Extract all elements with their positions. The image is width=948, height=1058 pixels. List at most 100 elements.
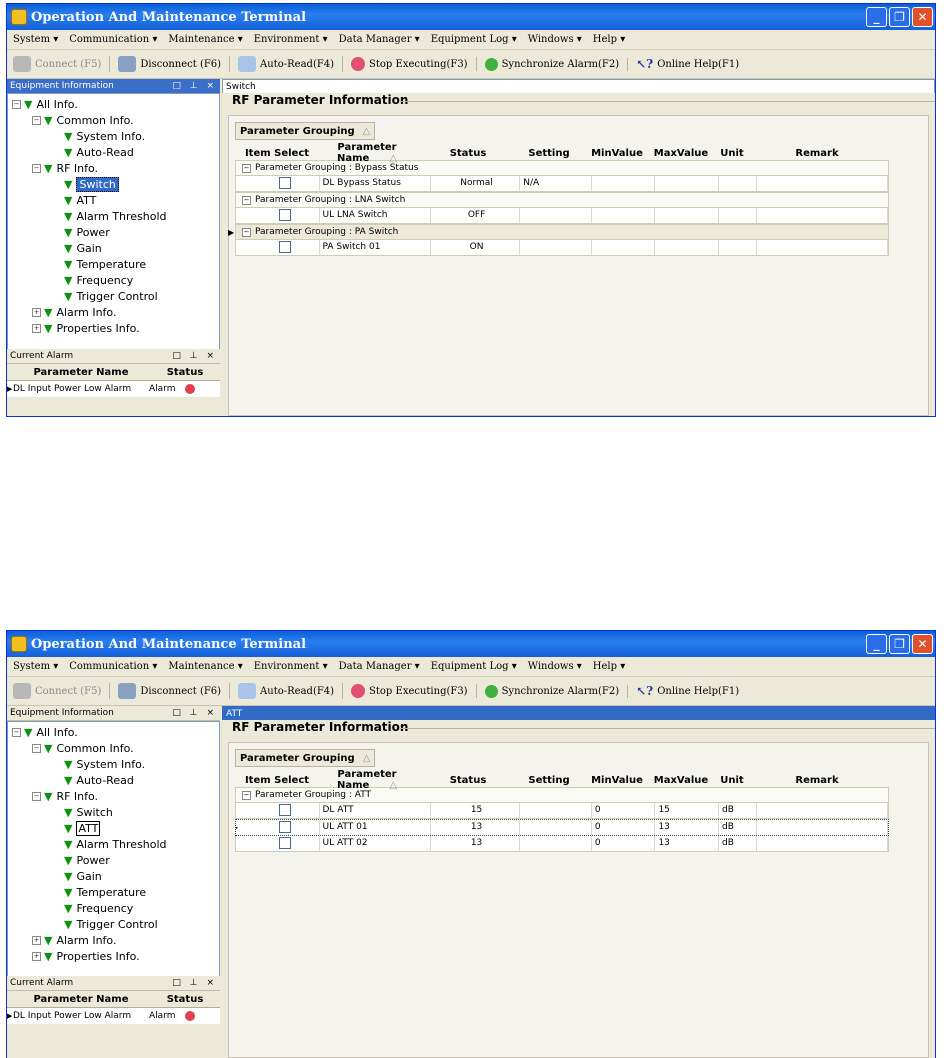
table-row[interactable]: PA Switch 01 ON: [235, 240, 889, 256]
tree-node-alarm-threshold[interactable]: ▼ Alarm Threshold: [64, 836, 167, 852]
table-row[interactable]: UL ATT 02 13 0 13 dB: [235, 836, 889, 852]
tree-node-switch[interactable]: ▼ Switch: [64, 176, 119, 192]
group-row-bypass[interactable]: − Parameter Grouping : Bypass Status: [235, 160, 889, 176]
disconnect-button[interactable]: Disconnect (F6): [118, 56, 231, 72]
tree-node-alarm-info[interactable]: + ▼ Alarm Info.: [32, 932, 116, 948]
tree-node-alarm-threshold[interactable]: ▼ Alarm Threshold: [64, 208, 167, 224]
tree-node-auto-read[interactable]: ▼ Auto-Read: [64, 144, 134, 160]
connect-button[interactable]: Connect (F5): [13, 683, 111, 699]
minimize-button[interactable]: _: [866, 7, 887, 27]
pane-controls[interactable]: □ ⊥ ×: [172, 708, 217, 718]
tree-node-system[interactable]: ▼ System Info.: [64, 756, 145, 772]
col-parameter-name[interactable]: Parameter Name △: [311, 142, 423, 164]
tree-node-temperature[interactable]: ▼ Temperature: [64, 884, 146, 900]
col-max-value[interactable]: MaxValue: [649, 775, 713, 786]
synchronize-alarm-button[interactable]: Synchronize Alarm(F2): [484, 57, 629, 71]
maximize-button[interactable]: ❐: [889, 7, 910, 27]
expand-icon[interactable]: +: [32, 951, 41, 961]
table-row[interactable]: DL Bypass Status Normal N/A: [235, 176, 889, 192]
tree-node-gain[interactable]: ▼ Gain: [64, 868, 102, 884]
alarm-row[interactable]: ▶ DL Input Power Low Alarm Alarm: [7, 381, 220, 397]
row-checkbox[interactable]: [279, 836, 292, 849]
stop-executing-button[interactable]: Stop Executing(F3): [351, 57, 477, 71]
menu-system[interactable]: System ▾: [13, 661, 58, 672]
collapse-icon[interactable]: −: [12, 727, 21, 737]
tree-node-att[interactable]: ▼ ATT: [64, 820, 101, 836]
auto-read-button[interactable]: Auto-Read(F4): [238, 56, 344, 72]
table-row[interactable]: ▶ UL ATT 01 13 0 13 dB: [235, 819, 889, 836]
menu-maintenance[interactable]: Maintenance ▾: [168, 661, 242, 672]
menu-equipment-log[interactable]: Equipment Log ▾: [431, 34, 517, 45]
tree-node-rf[interactable]: − ▼ RF Info.: [32, 788, 98, 804]
tree-node-alarm-info[interactable]: + ▼ Alarm Info.: [32, 304, 116, 320]
col-status[interactable]: Status: [423, 775, 513, 786]
connect-button[interactable]: Connect (F5): [13, 56, 111, 72]
tree-node-all[interactable]: − ▼ All Info.: [12, 724, 78, 740]
tree-node-common[interactable]: − ▼ Common Info.: [32, 740, 134, 756]
menu-communication[interactable]: Communication ▾: [69, 661, 157, 672]
parameter-grouping-button[interactable]: Parameter Grouping △: [235, 749, 376, 767]
row-checkbox[interactable]: [279, 820, 292, 833]
col-setting[interactable]: Setting: [513, 148, 585, 159]
tree-node-system[interactable]: ▼ System Info.: [64, 128, 145, 144]
collapse-icon[interactable]: −: [242, 195, 251, 205]
col-remark[interactable]: Remark: [751, 775, 883, 786]
menu-system[interactable]: System ▾: [13, 34, 58, 45]
tree-node-frequency[interactable]: ▼ Frequency: [64, 900, 133, 916]
disconnect-button[interactable]: Disconnect (F6): [118, 683, 231, 699]
tree-node-power[interactable]: ▼ Power: [64, 224, 110, 240]
menu-windows[interactable]: Windows ▾: [528, 661, 582, 672]
cell-setting[interactable]: N/A: [520, 176, 592, 191]
menu-help[interactable]: Help ▾: [593, 661, 625, 672]
collapse-icon[interactable]: −: [32, 791, 41, 801]
tree-node-trigger[interactable]: ▼ Trigger Control: [64, 288, 158, 304]
col-min-value[interactable]: MinValue: [585, 775, 649, 786]
col-setting[interactable]: Setting: [513, 775, 585, 786]
expand-icon[interactable]: +: [32, 307, 41, 317]
tree-node-rf[interactable]: − ▼ RF Info.: [32, 160, 98, 176]
alarm-col-status[interactable]: Status: [155, 367, 215, 378]
row-checkbox[interactable]: [279, 176, 292, 189]
collapse-icon[interactable]: −: [32, 115, 41, 125]
col-item-select[interactable]: Item Select: [243, 775, 311, 786]
cell-setting[interactable]: [520, 803, 592, 818]
col-parameter-name[interactable]: Parameter Name △: [311, 769, 423, 791]
tree-node-frequency[interactable]: ▼ Frequency: [64, 272, 133, 288]
menu-maintenance[interactable]: Maintenance ▾: [168, 34, 242, 45]
tree-node-att[interactable]: ▼ ATT: [64, 192, 96, 208]
tree-node-common[interactable]: − ▼ Common Info.: [32, 112, 134, 128]
table-row[interactable]: DL ATT 15 0 15 dB: [235, 803, 889, 819]
col-status[interactable]: Status: [423, 148, 513, 159]
collapse-icon[interactable]: −: [242, 163, 251, 173]
menu-data-manager[interactable]: Data Manager ▾: [339, 661, 420, 672]
tree-node-gain[interactable]: ▼ Gain: [64, 240, 102, 256]
menu-environment[interactable]: Environment ▾: [254, 661, 328, 672]
cell-setting[interactable]: [520, 240, 592, 255]
expand-icon[interactable]: +: [32, 323, 41, 333]
auto-read-button[interactable]: Auto-Read(F4): [238, 683, 344, 699]
pane-controls[interactable]: □ ⊥ ×: [172, 81, 217, 91]
close-button[interactable]: ✕: [912, 7, 933, 27]
collapse-icon[interactable]: −: [242, 790, 251, 800]
alarm-col-status[interactable]: Status: [155, 994, 215, 1005]
online-help-button[interactable]: ↖? Online Help(F1): [636, 57, 747, 71]
menu-communication[interactable]: Communication ▾: [69, 34, 157, 45]
online-help-button[interactable]: ↖? Online Help(F1): [636, 684, 747, 698]
col-unit[interactable]: Unit: [713, 775, 751, 786]
tree-node-properties[interactable]: + ▼ Properties Info.: [32, 948, 140, 964]
menu-environment[interactable]: Environment ▾: [254, 34, 328, 45]
parameter-grouping-button[interactable]: Parameter Grouping △: [235, 122, 376, 140]
col-min-value[interactable]: MinValue: [585, 148, 649, 159]
row-checkbox[interactable]: [279, 240, 292, 253]
synchronize-alarm-button[interactable]: Synchronize Alarm(F2): [484, 684, 629, 698]
col-remark[interactable]: Remark: [751, 148, 883, 159]
stop-executing-button[interactable]: Stop Executing(F3): [351, 684, 477, 698]
group-row-pa[interactable]: ▶ − Parameter Grouping : PA Switch: [228, 224, 889, 240]
menu-windows[interactable]: Windows ▾: [528, 34, 582, 45]
row-checkbox[interactable]: [279, 803, 292, 816]
row-checkbox[interactable]: [279, 208, 292, 221]
pane-controls[interactable]: □ ⊥ ×: [172, 351, 217, 361]
cell-setting[interactable]: [520, 820, 592, 835]
col-unit[interactable]: Unit: [713, 148, 751, 159]
collapse-icon[interactable]: −: [32, 163, 41, 173]
